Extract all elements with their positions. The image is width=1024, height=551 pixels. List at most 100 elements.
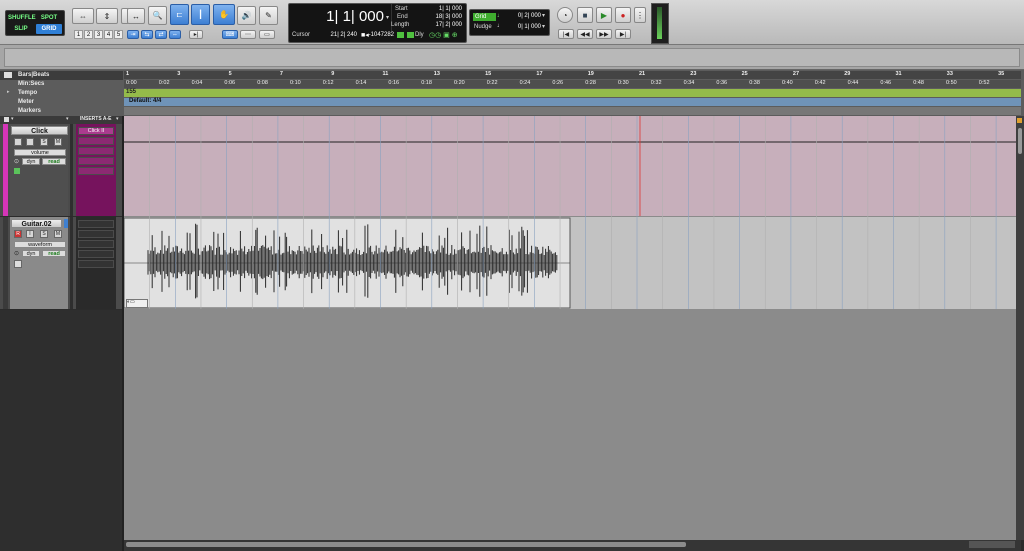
scroll-corner-icon[interactable] bbox=[1017, 118, 1022, 123]
nudge-dropdown-icon[interactable]: ▾ bbox=[542, 23, 545, 30]
zoom-preset-2[interactable]: 2 bbox=[84, 30, 93, 39]
insert-slot-2[interactable] bbox=[78, 137, 114, 145]
zoom-preset-3[interactable]: 3 bbox=[94, 30, 103, 39]
dropdown-icon[interactable]: ▾ bbox=[11, 116, 14, 122]
grid-dropdown-icon[interactable]: ▾ bbox=[542, 12, 545, 19]
zoomer-tool-button[interactable]: ↔ bbox=[127, 8, 145, 24]
dyn-button[interactable]: dyn bbox=[22, 158, 40, 165]
grabber-tool-button[interactable]: ✋ bbox=[213, 4, 235, 25]
shuffle-mode-button[interactable]: SHUFFLE bbox=[8, 13, 36, 23]
record-enable-button[interactable] bbox=[14, 138, 22, 146]
nudge-label[interactable]: Nudge bbox=[474, 24, 492, 30]
slip-mode-button[interactable]: SLIP bbox=[8, 24, 34, 34]
edit-window-timeline[interactable]: ◐▭ bbox=[124, 116, 1021, 540]
ruler-label-markers[interactable]: Markers bbox=[0, 107, 123, 116]
ruler-label-bars-beats[interactable]: Bars|Beats bbox=[0, 71, 123, 80]
end-value[interactable]: 18| 3| 000 bbox=[417, 14, 462, 20]
inserts-header[interactable]: INSERTS A-E bbox=[80, 116, 111, 122]
insert-slot-3[interactable] bbox=[78, 147, 114, 155]
horizontal-scrollbar[interactable] bbox=[124, 540, 1021, 551]
overview-strip[interactable] bbox=[4, 48, 1020, 67]
zoom-horizontal-button[interactable]: ⇔ bbox=[72, 8, 94, 24]
clip-gain-icon[interactable]: ◐▭ bbox=[126, 299, 148, 308]
tempo-value[interactable]: 155 bbox=[126, 89, 136, 95]
pencil-tool-button[interactable]: ✎ bbox=[259, 6, 278, 25]
solo-button[interactable]: S bbox=[40, 138, 48, 146]
ruler-menu-icon[interactable] bbox=[4, 72, 12, 78]
min-secs-ruler[interactable]: 0:00 0:02 0:04 0:06 0:08 0:10 0:12 0:14 0:16 0:18… bbox=[124, 80, 1021, 88]
insertion-follows-button[interactable]: ▸| bbox=[189, 30, 203, 39]
input-monitor-button[interactable] bbox=[26, 138, 34, 146]
zoom-preset-4[interactable]: 4 bbox=[104, 30, 113, 39]
meter-value[interactable]: Default: 4/4 bbox=[129, 98, 161, 104]
insert-slot-5[interactable] bbox=[78, 167, 114, 175]
ruler-label-meter[interactable]: Meter bbox=[0, 98, 123, 107]
automation-follows-button[interactable]: ⋯ bbox=[240, 30, 256, 39]
insert-slot-2[interactable] bbox=[78, 230, 114, 238]
vertical-scrollbar[interactable] bbox=[1016, 116, 1024, 540]
magnifier-tool-button[interactable]: 🔍 bbox=[148, 6, 167, 25]
track-select-icon[interactable] bbox=[64, 219, 68, 228]
edit-window-view-button[interactable]: ▭ bbox=[259, 30, 275, 39]
bars-beats-ruler[interactable]: 1 3 5 7 9 11 13 15 17 19 21 23 25 27 29 31 33 35 bbox=[124, 71, 1021, 79]
tab-to-transient-button[interactable]: ⇥ bbox=[127, 30, 139, 39]
automation-mode-selector[interactable]: read bbox=[42, 250, 66, 257]
rewind-button[interactable]: ◀◀ bbox=[577, 29, 593, 39]
inserts-dropdown-icon[interactable]: ▾ bbox=[116, 116, 119, 122]
insert-slot-5[interactable] bbox=[78, 260, 114, 268]
ruler-label-min-secs[interactable]: Min:Secs bbox=[0, 80, 123, 89]
return-to-zero-button[interactable]: |◀ bbox=[558, 29, 574, 39]
insert-slot-4[interactable] bbox=[78, 157, 114, 165]
grid-label[interactable]: Grid bbox=[473, 13, 496, 21]
counter-dropdown-icon[interactable]: ▾ bbox=[386, 14, 389, 21]
insert-slot-4[interactable] bbox=[78, 250, 114, 258]
track-name-click[interactable]: Click bbox=[11, 126, 68, 135]
record-enable-button[interactable]: R bbox=[14, 230, 22, 238]
link-track-button[interactable]: ⇔ bbox=[169, 30, 181, 39]
keyboard-focus-button[interactable]: ⌨ bbox=[222, 30, 238, 39]
start-value[interactable]: 1| 1| 000 bbox=[417, 6, 462, 12]
mute-button[interactable]: M bbox=[54, 138, 62, 146]
track-view-selector[interactable]: waveform bbox=[14, 241, 66, 248]
track-menu-icon[interactable] bbox=[4, 117, 9, 122]
zoom-preset-5[interactable]: 5 bbox=[114, 30, 123, 39]
grid-mode-button[interactable]: GRID bbox=[36, 24, 62, 34]
dyn-button[interactable]: dyn bbox=[22, 250, 40, 257]
horizontal-scroll-thumb[interactable] bbox=[126, 542, 686, 547]
main-counter[interactable]: 1| 1| 000 bbox=[309, 8, 384, 28]
insert-slot-1[interactable] bbox=[78, 220, 114, 228]
link-timeline-button[interactable]: ⇄ bbox=[155, 30, 167, 39]
track-lock-icon[interactable] bbox=[14, 260, 22, 268]
transport-more-button[interactable]: ⋮ bbox=[634, 7, 646, 23]
mirror-midi-button[interactable]: ⇆ bbox=[141, 30, 153, 39]
tempo-ruler[interactable]: 155 bbox=[124, 89, 1021, 97]
stop-button[interactable]: ■ bbox=[577, 7, 593, 23]
length-value[interactable]: 17| 2| 000 bbox=[417, 22, 462, 28]
trim-tool-button[interactable]: ⊏ bbox=[170, 4, 189, 25]
spot-mode-button[interactable]: SPOT bbox=[36, 13, 62, 23]
record-button[interactable]: ● bbox=[615, 7, 631, 23]
online-button[interactable]: ◔ bbox=[557, 7, 573, 23]
expand-tempo-icon[interactable]: ▸ bbox=[7, 89, 10, 95]
meter-ruler[interactable]: Default: 4/4 bbox=[124, 98, 1021, 106]
zoom-slider[interactable] bbox=[969, 541, 1015, 548]
track-name-guitar[interactable]: Guitar.02 bbox=[11, 219, 62, 228]
go-to-end-button[interactable]: ▶| bbox=[615, 29, 631, 39]
insert-slot-1[interactable]: Click II bbox=[78, 127, 114, 135]
nudge-value[interactable]: 0| 1| 000 bbox=[505, 24, 541, 30]
track-view-selector[interactable]: volume bbox=[14, 149, 66, 156]
mute-button[interactable]: M bbox=[54, 230, 62, 238]
automation-mode-selector[interactable]: read bbox=[42, 158, 66, 165]
zoom-preset-1[interactable]: 1 bbox=[74, 30, 83, 39]
insert-slot-3[interactable] bbox=[78, 240, 114, 248]
input-monitor-button[interactable]: I bbox=[26, 230, 34, 238]
scrubber-tool-button[interactable]: 🔊 bbox=[237, 6, 256, 25]
markers-ruler[interactable] bbox=[124, 107, 1021, 115]
play-button[interactable]: ▶ bbox=[596, 7, 612, 23]
zoom-vertical-button[interactable]: ⇕ bbox=[96, 8, 118, 24]
fast-forward-button[interactable]: ▶▶ bbox=[596, 29, 612, 39]
grid-value[interactable]: 0| 2| 000 bbox=[505, 13, 541, 19]
track-lock-icon[interactable] bbox=[14, 168, 20, 174]
click-track-lane[interactable] bbox=[124, 116, 1016, 216]
vertical-scroll-thumb[interactable] bbox=[1018, 128, 1022, 154]
